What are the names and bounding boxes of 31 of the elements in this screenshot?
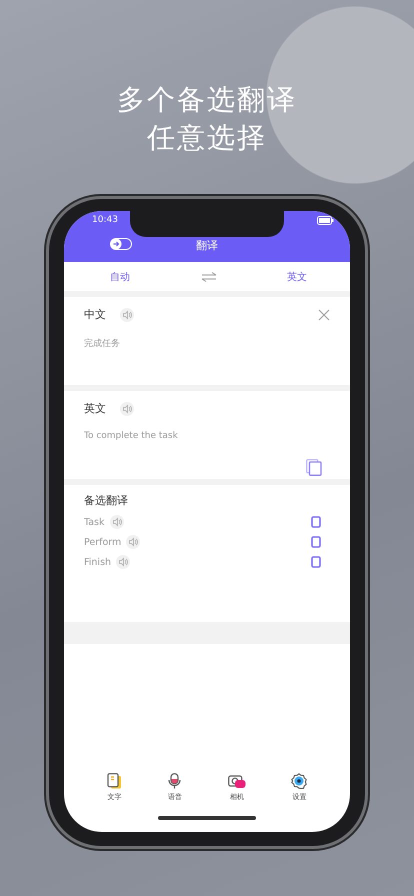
speaker-icon[interactable] — [120, 308, 134, 322]
language-label: 英文 — [84, 401, 106, 416]
camera-icon — [228, 773, 246, 789]
alternative-text[interactable]: Perform — [84, 536, 122, 548]
close-icon[interactable] — [318, 308, 330, 320]
copy-icon[interactable] — [311, 536, 321, 548]
battery-icon — [317, 216, 334, 224]
toggle-icon[interactable] — [110, 238, 132, 250]
status-time: 10:43 — [92, 215, 118, 225]
section-title: 备选翻译 — [84, 493, 129, 508]
document-icon — [106, 773, 122, 789]
source-text[interactable]: 完成任务 — [84, 337, 330, 350]
speaker-icon[interactable] — [110, 515, 124, 529]
microphone-icon — [167, 773, 182, 789]
app-title: 翻译 — [196, 238, 218, 253]
alternative-text[interactable]: Finish — [84, 556, 112, 568]
source-language-button[interactable]: 自动 — [110, 270, 130, 284]
speaker-icon[interactable] — [116, 555, 130, 569]
speaker-icon[interactable] — [120, 402, 134, 416]
copy-icon[interactable] — [311, 556, 321, 568]
copy-icon[interactable] — [306, 459, 322, 476]
copy-icon[interactable] — [311, 516, 321, 528]
swap-icon[interactable] — [200, 272, 216, 282]
target-language-button[interactable]: 英文 — [287, 270, 307, 284]
alternative-text[interactable]: Task — [84, 516, 105, 528]
gear-icon — [291, 773, 308, 789]
headline: 多个备选翻译 — [117, 82, 297, 118]
language-label: 中文 — [84, 307, 106, 322]
translation-text: To complete the task — [84, 431, 179, 441]
speaker-icon[interactable] — [126, 535, 140, 549]
headline: 任意选择 — [147, 120, 267, 156]
